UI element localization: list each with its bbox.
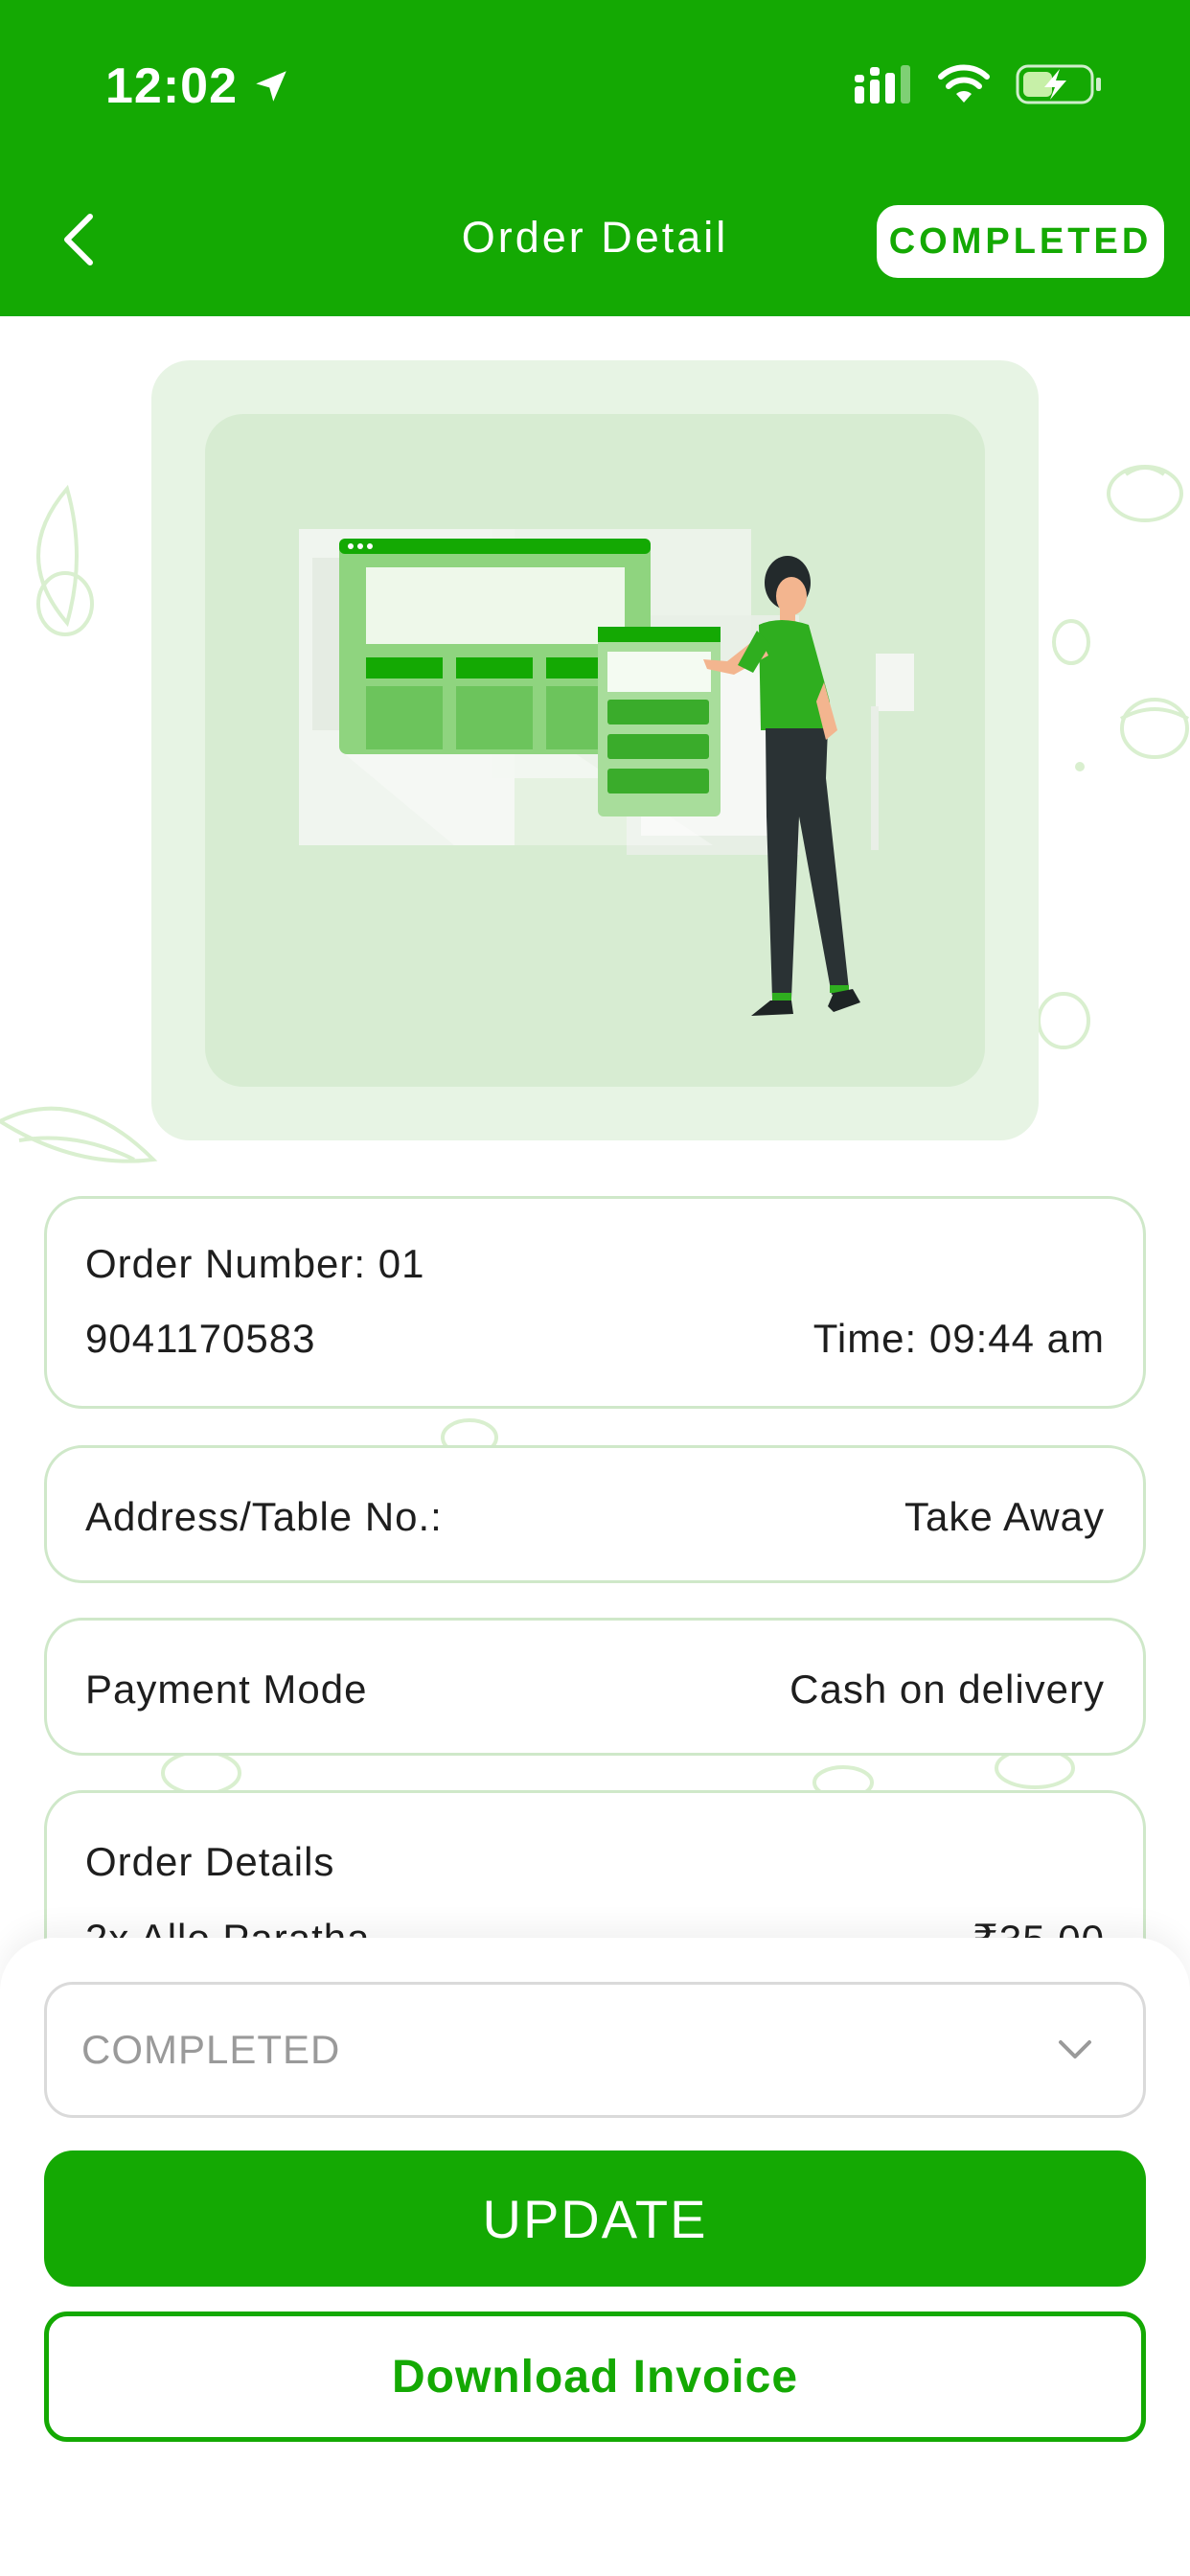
order-time: Time: 09:44 am <box>812 1316 1105 1361</box>
order-info-card: Order Number: 01 9041170583 Time: 09:44 … <box>44 1196 1146 1409</box>
app-header: 12:02 Order Detail COMPLETED <box>0 0 1190 316</box>
payment-value: Cash on delivery <box>790 1667 1105 1712</box>
illustration-art <box>299 529 914 1016</box>
location-arrow-icon <box>256 71 286 102</box>
status-time: 12:02 <box>105 58 238 114</box>
order-status-select-value: COMPLETED <box>81 2027 341 2072</box>
payment-card: Payment Mode Cash on delivery <box>44 1618 1146 1756</box>
status-bar-time-group: 12:02 <box>105 58 291 115</box>
download-invoice-button[interactable]: Download Invoice <box>44 2312 1146 2442</box>
status-bar-indicators <box>855 63 1104 105</box>
customer-phone: 9041170583 <box>85 1316 316 1361</box>
order-status-badge: COMPLETED <box>877 205 1164 278</box>
order-status-select[interactable]: COMPLETED <box>44 1982 1146 2118</box>
update-button[interactable]: UPDATE <box>44 2150 1146 2287</box>
order-illustration <box>205 414 985 1087</box>
order-illustration-frame <box>151 360 1039 1140</box>
wifi-icon <box>938 64 990 103</box>
bottom-action-sheet: COMPLETED UPDATE Download Invoice <box>0 1938 1190 2576</box>
payment-label: Payment Mode <box>85 1667 368 1712</box>
order-details-title: Order Details <box>85 1839 335 1884</box>
order-number: Order Number: 01 <box>85 1241 425 1286</box>
signal-icon <box>855 65 910 104</box>
address-card: Address/Table No.: Take Away <box>44 1445 1146 1583</box>
chevron-down-icon <box>1059 2040 1091 2058</box>
address-value: Take Away <box>904 1494 1105 1539</box>
address-label: Address/Table No.: <box>85 1494 443 1539</box>
battery-charging-icon <box>1016 64 1101 104</box>
